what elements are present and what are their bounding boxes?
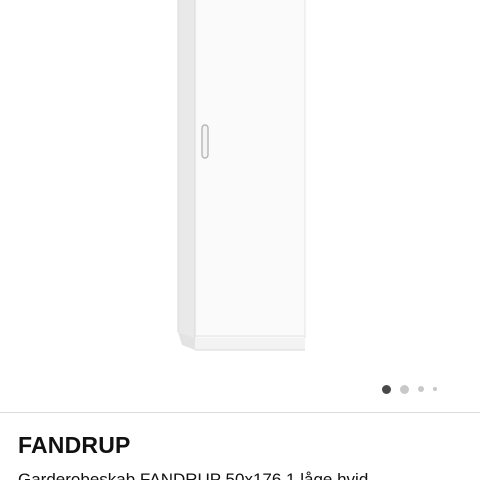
wardrobe-product-image: [177, 0, 306, 351]
carousel-pagination: [382, 383, 446, 395]
carousel-dot-3[interactable]: [418, 386, 424, 392]
carousel-dot-1[interactable]: [382, 384, 391, 394]
product-page: FANDRUP Garderobeskab FANDRUP 50x176 1 l…: [0, 0, 480, 480]
carousel-dot-4[interactable]: [433, 387, 437, 391]
product-image-gallery[interactable]: [0, 0, 480, 412]
product-description: Garderobeskab FANDRUP 50x176 1 låge hvid: [18, 470, 369, 480]
carousel-dot-2[interactable]: [400, 384, 409, 394]
section-divider: [0, 412, 480, 413]
product-title: FANDRUP: [18, 432, 131, 458]
